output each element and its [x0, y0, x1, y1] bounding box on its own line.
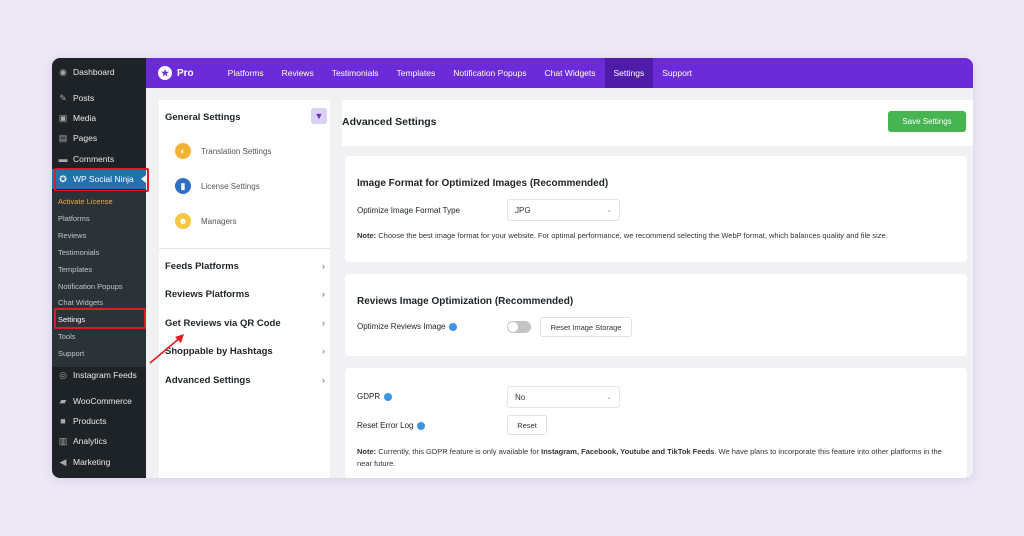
tab-settings[interactable]: Settings	[604, 58, 654, 88]
tab-testimonials[interactable]: Testimonials	[323, 58, 388, 88]
general-settings-heading[interactable]: General Settings	[165, 112, 241, 123]
pin-icon: ✎	[59, 92, 67, 103]
highlight-box-plugin	[54, 168, 149, 192]
image-format-heading: Image Format for Optimized Images (Recom…	[357, 178, 609, 189]
comment-icon: ▬	[58, 154, 68, 164]
instagram-icon: ◎	[59, 369, 67, 380]
info-icon	[449, 322, 458, 331]
pages-icon: ▤	[58, 132, 68, 143]
submenu-testimonials[interactable]: Testimonials	[58, 248, 99, 257]
wp-submenu: Activate License Platforms Reviews Testi…	[52, 191, 146, 367]
gdpr-select[interactable]: No ⌄	[507, 386, 620, 408]
chevron-right-icon: ›	[321, 261, 325, 272]
divider	[159, 248, 330, 249]
image-format-card: Image Format for Optimized Images (Recom…	[345, 156, 967, 262]
annotation-arrow	[149, 334, 184, 364]
tab-templates[interactable]: Templates	[387, 58, 444, 88]
submenu-reviews[interactable]: Reviews	[58, 231, 86, 240]
nav-reviews-platforms[interactable]: Reviews Platforms ›	[165, 289, 325, 300]
chevron-right-icon: ›	[321, 375, 325, 386]
tab-reviews[interactable]: Reviews	[273, 58, 323, 88]
settings-nav: General Settings ▼ ◐ Translation Settings…	[159, 100, 330, 478]
submenu-activate-license[interactable]: Activate License	[58, 197, 113, 206]
reset-error-log-label: Reset Error Log	[357, 421, 426, 430]
tab-notification-popups[interactable]: Notification Popups	[444, 58, 535, 88]
analytics-icon: ▥	[58, 435, 68, 446]
dashboard-icon: ◉	[59, 66, 67, 77]
submenu-platforms[interactable]: Platforms	[58, 214, 90, 223]
ninja-logo-icon: ★	[158, 66, 172, 80]
page-title: Advanced Settings	[342, 116, 437, 128]
translation-icon: ◐	[175, 143, 191, 159]
menu-woocommerce[interactable]: ▰ WooCommerce	[52, 391, 146, 411]
nav-feeds-platforms[interactable]: Feeds Platforms ›	[165, 261, 325, 272]
submenu-chat-widgets[interactable]: Chat Widgets	[58, 298, 103, 307]
gdpr-label: GDPR	[357, 392, 393, 401]
menu-media[interactable]: ▣ Media	[52, 108, 146, 128]
woocommerce-icon: ▰	[59, 395, 67, 406]
highlight-box-settings	[54, 308, 146, 329]
chevron-down-icon[interactable]: ▼	[311, 108, 327, 124]
plugin-logo[interactable]: ★ Pro	[158, 66, 194, 80]
menu-dashboard[interactable]: ◉ Dashboard	[52, 62, 146, 82]
advanced-settings-header: Advanced Settings Save Settings	[342, 100, 973, 146]
info-icon	[417, 421, 426, 430]
reviews-image-heading: Reviews Image Optimization (Recommended)	[357, 296, 574, 307]
menu-marketing[interactable]: ◀ Marketing	[52, 452, 146, 472]
submenu-support[interactable]: Support	[58, 349, 84, 358]
chevron-down-icon: ⌄	[606, 207, 612, 214]
nav-license-settings[interactable]: ▮ License Settings	[175, 178, 260, 194]
reviews-image-toggle[interactable]	[507, 321, 531, 333]
chevron-right-icon: ›	[321, 289, 325, 300]
media-icon: ▣	[58, 112, 68, 123]
nav-translation-settings[interactable]: ◐ Translation Settings	[175, 143, 271, 159]
reviews-image-label: Optimize Reviews Image	[357, 322, 458, 331]
nav-managers[interactable]: ☻ Managers	[175, 213, 237, 229]
info-icon	[384, 392, 393, 401]
menu-analytics[interactable]: ▥ Analytics	[52, 431, 146, 451]
chevron-down-icon: ⌄	[606, 394, 612, 401]
nav-advanced-settings[interactable]: Advanced Settings ›	[165, 375, 325, 386]
image-format-note: Note: Choose the best image format for y…	[357, 231, 888, 240]
tab-support[interactable]: Support	[653, 58, 701, 88]
reset-image-storage-button[interactable]: Reset Image Storage	[540, 317, 632, 337]
tab-platforms[interactable]: Platforms	[219, 58, 273, 88]
gdpr-card: GDPR No ⌄ Reset Error Log Reset Note: Cur…	[345, 368, 967, 478]
submenu-templates[interactable]: Templates	[58, 265, 92, 274]
menu-posts[interactable]: ✎ Posts	[52, 88, 146, 108]
app-frame: ◉ Dashboard ✎ Posts ▣ Media ▤ Pages ▬ Comment…	[52, 58, 973, 478]
reset-error-log-button[interactable]: Reset	[507, 415, 547, 435]
chevron-right-icon: ›	[321, 318, 325, 329]
menu-comments[interactable]: ▬ Comments	[52, 149, 146, 169]
wp-admin-sidebar: ◉ Dashboard ✎ Posts ▣ Media ▤ Pages ▬ Comment…	[52, 58, 149, 478]
nav-shoppable-hashtags[interactable]: Shoppable by Hashtags ›	[165, 346, 325, 357]
main-content: Advanced Settings Save Settings Image Fo…	[342, 100, 973, 478]
gdpr-note: Note: Currently, this GDPR feature is on…	[357, 447, 942, 468]
nav-qr-code[interactable]: Get Reviews via QR Code ›	[165, 318, 325, 329]
managers-icon: ☻	[175, 213, 191, 229]
products-icon: ■	[60, 416, 66, 426]
chevron-right-icon: ›	[321, 346, 325, 357]
reviews-image-card: Reviews Image Optimization (Recommended)…	[345, 274, 967, 356]
license-icon: ▮	[175, 178, 191, 194]
save-settings-button[interactable]: Save Settings	[888, 111, 966, 132]
menu-instagram-feeds[interactable]: ◎ Instagram Feeds	[52, 365, 146, 385]
megaphone-icon: ◀	[59, 456, 67, 467]
submenu-notification-popups[interactable]: Notification Popups	[58, 282, 123, 291]
menu-pages[interactable]: ▤ Pages	[52, 128, 146, 148]
image-format-select[interactable]: JPG ⌄	[507, 199, 620, 221]
submenu-tools[interactable]: Tools	[58, 332, 76, 341]
menu-products[interactable]: ■ Products	[52, 411, 146, 431]
tab-chat-widgets[interactable]: Chat Widgets	[535, 58, 604, 88]
image-format-label: Optimize Image Format Type	[357, 206, 460, 215]
plugin-top-nav: ★ Pro Platforms Reviews Testimonials Temp…	[146, 58, 973, 88]
